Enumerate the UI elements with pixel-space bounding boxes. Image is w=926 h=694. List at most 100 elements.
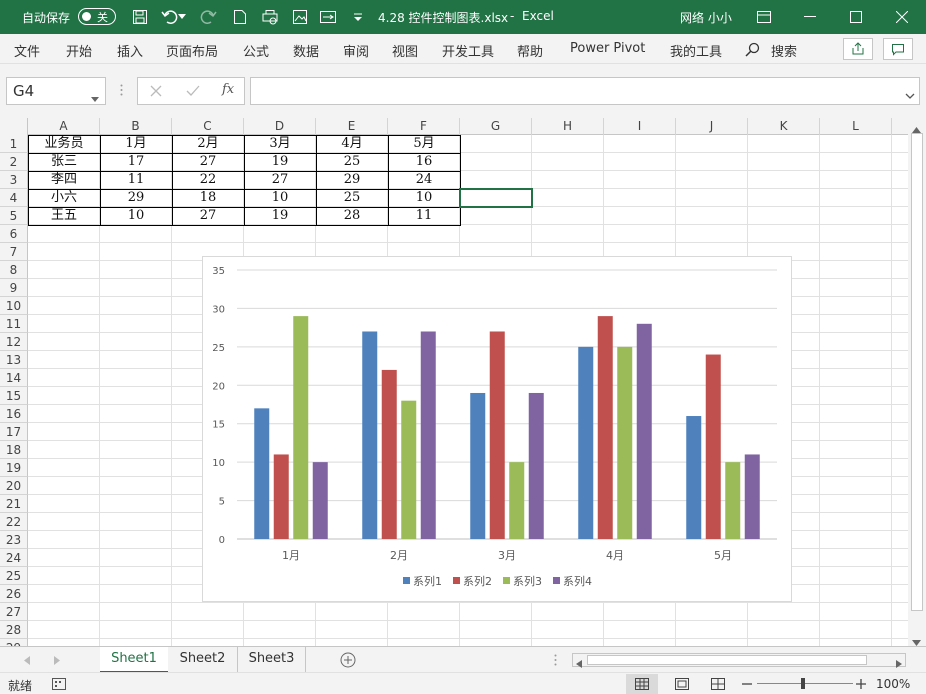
row-header[interactable]: 5 [0,207,28,225]
bar[interactable] [636,323,652,539]
legend-swatch[interactable] [403,577,410,584]
row-header[interactable]: 8 [0,261,28,279]
row-header[interactable]: 19 [0,459,28,477]
table-cell[interactable]: 18 [172,189,244,207]
tab-review[interactable]: 审阅 [343,41,369,60]
legend-swatch[interactable] [553,577,560,584]
table-cell[interactable]: 27 [244,171,316,189]
row-header[interactable]: 18 [0,441,28,459]
scroll-right-icon[interactable] [896,657,902,671]
table-header-cell[interactable]: 业务员 [28,135,100,153]
expand-formula-icon[interactable] [905,88,915,102]
row-header[interactable]: 12 [0,333,28,351]
table-cell[interactable]: 24 [388,171,460,189]
column-header[interactable]: J [676,118,748,135]
row-header[interactable]: 7 [0,243,28,261]
select-all-corner[interactable] [0,118,28,135]
tab-developer[interactable]: 开发工具 [442,41,494,60]
zoom-in-icon[interactable] [856,678,866,692]
column-header[interactable]: D [244,118,316,135]
zoom-slider[interactable] [757,678,853,689]
bar[interactable] [597,316,613,539]
row-header[interactable]: 2 [0,153,28,171]
row-header[interactable]: 21 [0,495,28,513]
table-cell[interactable]: 19 [244,207,316,225]
table-cell[interactable]: 11 [388,207,460,225]
minimize-icon[interactable] [787,0,833,34]
tab-page-layout[interactable]: 页面布局 [166,41,218,60]
row-header[interactable]: 16 [0,405,28,423]
legend-swatch[interactable] [503,577,510,584]
column-header[interactable]: K [748,118,820,135]
tab-data[interactable]: 数据 [293,41,319,60]
table-cell[interactable]: 29 [316,171,388,189]
bar[interactable] [470,392,486,539]
table-cell[interactable]: 16 [388,153,460,171]
row-header[interactable]: 14 [0,369,28,387]
close-icon[interactable] [879,0,925,34]
comments-button[interactable] [883,38,913,60]
chevron-down-icon[interactable] [91,88,99,106]
tab-my-tools[interactable]: 我的工具 [670,41,722,60]
column-header[interactable]: I [604,118,676,135]
table-cell[interactable]: 28 [316,207,388,225]
row-header[interactable]: 11 [0,315,28,333]
normal-view-icon[interactable] [626,674,658,694]
bar[interactable] [312,462,328,539]
ribbon-display-icon[interactable] [741,0,787,34]
bar[interactable] [705,354,721,539]
column-header[interactable]: F [388,118,460,135]
column-header[interactable]: B [100,118,172,135]
vertical-scrollbar[interactable] [908,118,926,646]
prev-sheet-icon[interactable] [24,654,30,668]
h-scroll-thumb[interactable] [587,655,867,665]
row-header[interactable]: 15 [0,387,28,405]
enter-icon[interactable] [186,85,200,100]
search-label[interactable]: 搜索 [771,41,797,60]
formula-input[interactable] [250,77,920,105]
tab-home[interactable]: 开始 [66,41,92,60]
table-cell[interactable]: 张三 [28,153,100,171]
add-sheet-icon[interactable] [340,652,356,671]
scroll-thumb[interactable] [911,133,923,611]
bar[interactable] [744,454,760,539]
save-icon[interactable] [128,5,152,29]
name-box[interactable]: G4 [6,77,106,105]
column-header[interactable]: L [820,118,892,135]
page-layout-view-icon[interactable] [675,678,689,693]
column-header[interactable]: C [172,118,244,135]
tab-formulas[interactable]: 公式 [243,41,269,60]
table-cell[interactable]: 11 [100,171,172,189]
share-button[interactable] [843,38,873,60]
zoom-slider-thumb[interactable] [801,678,805,689]
autosave-toggle[interactable]: 关 [78,8,116,25]
row-header[interactable]: 27 [0,603,28,621]
row-header[interactable]: 17 [0,423,28,441]
bar[interactable] [686,416,702,539]
insert-function-button[interactable]: fx [222,82,234,97]
column-header[interactable]: G [460,118,532,135]
row-header[interactable]: 3 [0,171,28,189]
table-cell[interactable]: 17 [100,153,172,171]
row-header[interactable]: 22 [0,513,28,531]
row-header[interactable]: 13 [0,351,28,369]
form-icon[interactable] [316,5,340,29]
table-header-cell[interactable]: 2月 [172,135,244,153]
column-header[interactable]: H [532,118,604,135]
table-header-cell[interactable]: 4月 [316,135,388,153]
row-header[interactable]: 10 [0,297,28,315]
horizontal-scrollbar[interactable] [572,653,906,668]
bar[interactable] [489,331,505,539]
row-header[interactable]: 28 [0,621,28,639]
row-header[interactable]: 25 [0,567,28,585]
column-header[interactable]: A [28,118,100,135]
table-header-cell[interactable]: 5月 [388,135,460,153]
row-header[interactable]: 6 [0,225,28,243]
undo-dropdown-icon[interactable] [176,5,188,29]
row-header[interactable]: 4 [0,189,28,207]
table-header-cell[interactable]: 1月 [100,135,172,153]
bar[interactable] [420,331,436,539]
row-header[interactable]: 9 [0,279,28,297]
table-cell[interactable]: 李四 [28,171,100,189]
table-cell[interactable]: 25 [316,153,388,171]
